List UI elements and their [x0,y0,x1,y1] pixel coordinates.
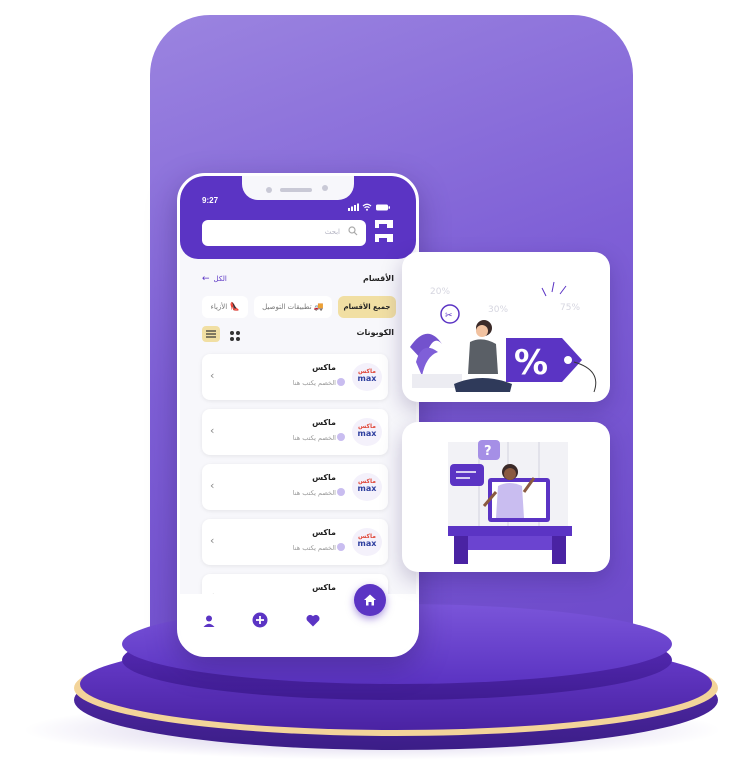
desk-leg-right [552,536,566,564]
tag-30: 30% [488,305,508,315]
discount-illustration: 20% 30% 75% ✂ % [410,281,597,393]
grid-icon [230,331,240,341]
discount-icon [337,378,345,386]
chip-fashion[interactable]: الأزياء 👠 [202,296,248,318]
tag-hole [564,356,572,364]
speaker-grille [280,188,312,192]
discount-icon [337,433,345,441]
chevron-left-icon: ‹ [210,534,215,547]
list-view-toggle[interactable] [202,326,220,342]
chip-label: الأزياء [210,303,228,311]
coupon-card[interactable]: ‹ ماكس الخصم يكتب هنا ماكس max [202,354,388,400]
percent-sign: % [514,343,548,383]
app-logo [371,216,399,248]
status-icons [348,196,394,211]
chevron-left-icon: ‹ [210,479,215,492]
arrow-left-icon: ← [202,274,210,284]
coupon-desc: الخصم يكتب هنا [292,379,336,387]
coupon-name: ماكس [312,363,336,372]
shoe-icon: 👠 [229,302,240,311]
woman-legs [454,378,512,392]
support-illustration: ? [448,440,572,564]
coupon-desc: الخصم يكتب هنا [292,489,336,497]
coupons-title: الكوبونات [356,328,394,337]
question-icon: ? [484,444,492,459]
coupon-desc: الخصم يكتب هنا [292,544,336,552]
coupon-card[interactable]: ‹ ماكس الخصم يكتب هنا ماكس max [202,464,388,510]
coupon-name: ماكس [312,473,336,482]
sparkle-lines [541,281,567,297]
see-all-link[interactable]: ← الكل [202,274,227,284]
phone-mockup: 9:27 ابحث الأقسام ← الكل جميع الأقسام تط… [177,173,419,657]
coupon-card[interactable]: ‹ ماكس الخصم يكتب هنا ماكس max [202,409,388,455]
chevron-left-icon: ‹ [210,369,215,382]
heart-icon[interactable] [306,614,320,627]
tag-75: 75% [560,303,580,313]
chip-label: تطبيقات التوصيل [262,303,312,311]
chip-label: جميع الأقسام [343,303,391,311]
search-icon [348,226,358,236]
brand-logo-en: max [357,539,377,548]
home-icon [364,594,376,606]
chip-all-sections[interactable]: جميع الأقسام [338,296,396,318]
brand-logo-en: max [357,429,377,438]
support-illustration-card: ? [402,422,610,572]
camera-dot [322,185,328,191]
plus-icon[interactable] [252,612,268,628]
home-button[interactable] [354,584,386,616]
brand-logo: ماكس max [352,418,382,446]
agent-shirt [496,483,524,518]
sections-title: الأقسام [363,274,394,283]
chevron-left-icon: ‹ [210,424,215,437]
discount-illustration-card: 20% 30% 75% ✂ % [402,252,610,402]
desk-front [468,536,552,550]
sensor-dot [266,187,272,193]
agent-face [504,468,516,480]
brand-logo-en: max [357,374,377,383]
brand-logo: ماكس max [352,473,382,501]
desk-leg-left [454,536,468,564]
woman-face [476,325,488,337]
truck-icon: 🚚 [313,302,324,311]
grid-view-toggle[interactable] [228,328,242,342]
brand-logo: ماكس max [352,528,382,556]
coupon-desc: الخصم يكتب هنا [292,434,336,442]
discount-icon [337,543,345,551]
see-all-label: الكل [213,275,227,283]
discount-icon [337,488,345,496]
woman-shirt [468,339,498,374]
chip-delivery-apps[interactable]: تطبيقات التوصيل 🚚 [254,296,332,318]
coupon-card[interactable]: ‹ ماكس الخصم يكتب هنا ماكس max [202,519,388,565]
brand-logo: ماكس max [352,363,382,391]
user-icon[interactable] [202,614,216,628]
tag-20: 20% [430,287,450,297]
signal-wifi-battery-icon [348,203,390,211]
chat-bubble [450,464,484,486]
logo-icon [375,220,393,242]
coupon-name: ماكس [312,418,336,427]
list-icon [206,330,216,338]
search-input[interactable]: ابحث [202,220,366,246]
coupon-name: ماكس [312,583,336,592]
scissors-icon: ✂ [445,311,453,321]
tag-string [573,361,597,393]
desk-top [448,526,572,536]
search-placeholder: ابحث [324,228,340,236]
category-chips: جميع الأقسام تطبيقات التوصيل 🚚 الأزياء 👠 [200,296,396,318]
coupon-name: ماكس [312,528,336,537]
brand-logo-en: max [357,484,377,493]
status-time: 9:27 [202,196,219,205]
